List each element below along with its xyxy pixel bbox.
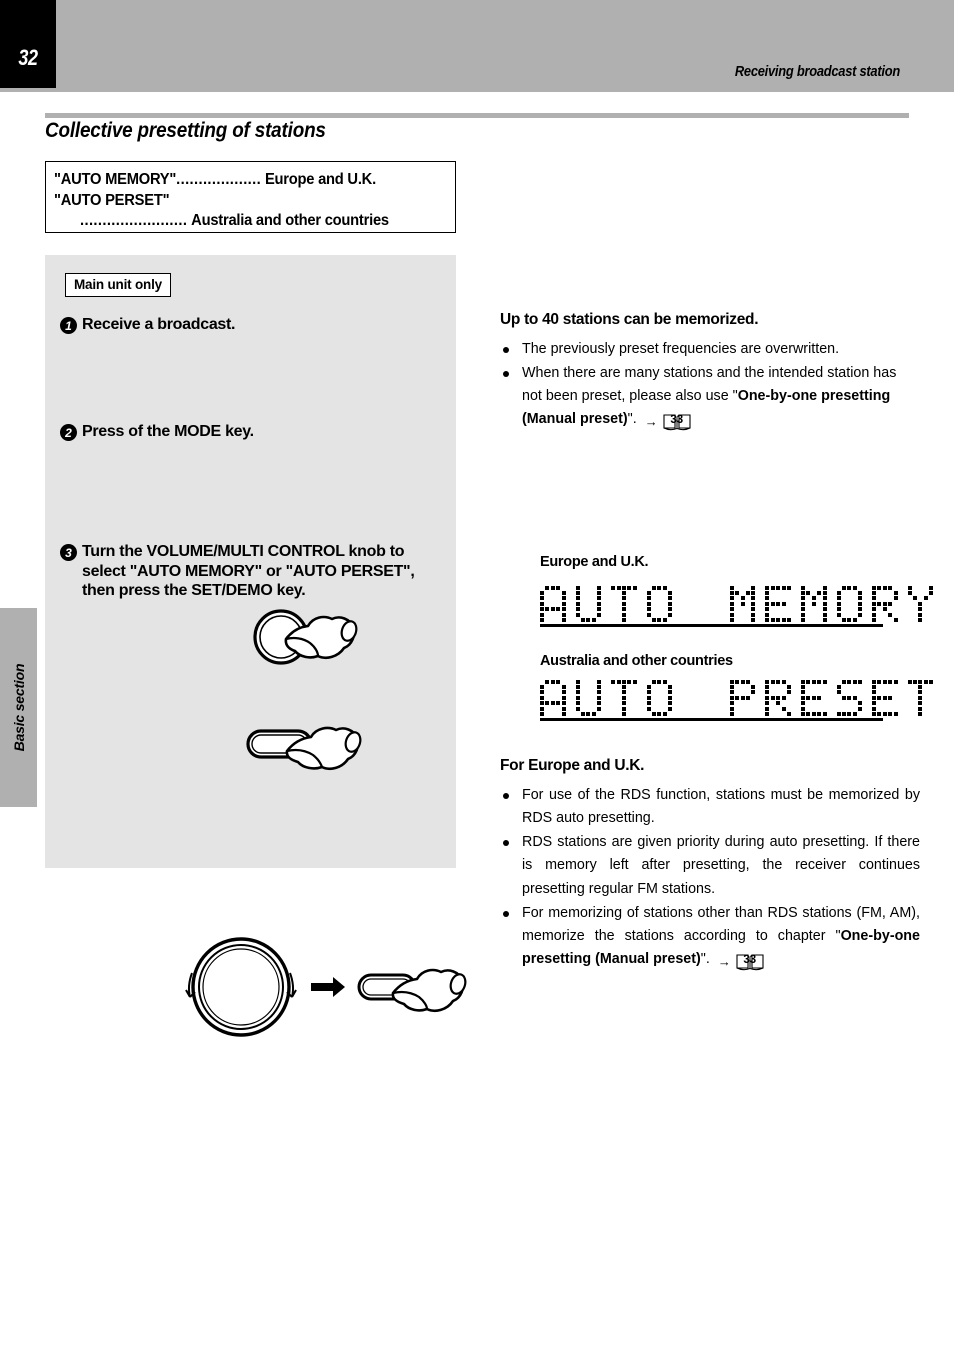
legend-term-auto-memory: "AUTO MEMORY" <box>54 171 177 188</box>
open-book-icon: 33 <box>735 952 765 971</box>
procedure-step-2: 2 Press of the MODE key. <box>60 422 254 442</box>
body-text: ". <box>627 411 637 428</box>
lcd-character <box>611 585 637 622</box>
lcd-character <box>872 679 898 716</box>
body-text: The previously preset frequencies are ov… <box>522 341 840 357</box>
lcd-character <box>765 679 791 716</box>
step-text-1: Receive a broadcast. <box>82 316 236 333</box>
list-item: For use of the RDS function, stations mu… <box>500 784 920 830</box>
header-chapter-title: Receiving broadcast station <box>734 63 900 80</box>
page-header-band: 32 Receiving broadcast station <box>0 0 954 92</box>
lcd-character <box>765 585 791 622</box>
open-book-icon: 33 <box>662 412 692 431</box>
hand-pressing-round-button-illustration <box>250 607 365 672</box>
legend-dots-3: ........................ <box>80 212 188 229</box>
list-item: RDS stations are given priority during a… <box>500 831 920 900</box>
heading-for-europe-uk: For Europe and U.K. <box>500 757 645 774</box>
lcd-character <box>800 679 827 716</box>
label-europe-uk: Europe and U.K. <box>540 554 649 570</box>
lcd-character <box>682 680 708 716</box>
lcd-character <box>729 679 756 716</box>
label-australia-other: Australia and other countries <box>540 653 733 669</box>
lcd-character <box>646 585 673 622</box>
page-reference-number: 33 <box>743 954 757 967</box>
list-item: For memorizing of stations other than RD… <box>500 902 920 971</box>
lcd-character <box>836 679 863 716</box>
page-number: 32 <box>18 45 38 70</box>
body-text: ". <box>700 951 710 968</box>
side-tab-label: Basic section <box>10 663 27 752</box>
lcd-underline-auto-memory <box>540 624 883 627</box>
step-number-1: 1 <box>60 317 77 334</box>
legend-line-auto-memory: "AUTO MEMORY"................... Europe … <box>54 171 376 189</box>
turn-knob-then-press-key-illustration <box>173 927 473 1062</box>
step-text-2: Press of the MODE key. <box>82 423 254 440</box>
region-legend-box: "AUTO MEMORY"................... Europe … <box>45 161 456 233</box>
lcd-character <box>646 679 673 716</box>
procedure-panel: Main unit only 1 Receive a broadcast. 2 … <box>45 255 467 1037</box>
lcd-character <box>729 585 756 622</box>
step-number-3: 3 <box>60 544 77 561</box>
legend-region-europe: Europe and U.K. <box>264 171 376 188</box>
list-item: The previously preset frequencies are ov… <box>500 338 920 361</box>
procedure-step-1: 1 Receive a broadcast. <box>60 315 236 335</box>
lcd-character <box>540 585 566 622</box>
legend-dots-1: ................... <box>176 171 262 188</box>
lcd-character <box>682 586 708 622</box>
step-text-3: Turn the VOLUME/MULTI CONTROL knob to se… <box>82 543 415 600</box>
page-reference[interactable]: → 33 <box>718 952 765 971</box>
legend-term-auto-perset: "AUTO PERSET" <box>54 192 170 209</box>
lcd-character <box>800 585 827 622</box>
page-reference-number: 33 <box>670 414 684 427</box>
step-number-2: 2 <box>60 424 77 441</box>
bullet-list-europe: For use of the RDS function, stations mu… <box>500 784 920 972</box>
body-text: RDS stations are given priority during a… <box>522 834 920 897</box>
side-tab-basic-section: Basic section <box>0 608 37 807</box>
lcd-character <box>540 679 566 716</box>
legend-line-australia: ........................ Australia and o… <box>80 212 389 230</box>
lcd-character <box>836 585 863 622</box>
legend-region-australia: Australia and other countries <box>191 212 389 229</box>
body-text: For use of the RDS function, stations mu… <box>522 787 920 827</box>
page-number-block <box>0 0 56 88</box>
heading-capacity: Up to 40 stations can be memorized. <box>500 311 759 328</box>
right-arrow-icon: → <box>644 414 658 430</box>
lcd-character <box>575 679 602 716</box>
lcd-display-auto-memory <box>540 578 934 627</box>
section-title: Collective presetting of stations <box>45 119 326 142</box>
lcd-character <box>611 679 637 716</box>
lcd-character <box>907 679 934 716</box>
list-item: When there are many stations and the int… <box>500 362 920 431</box>
lcd-character <box>907 585 934 622</box>
right-arrow-icon: → <box>717 954 731 970</box>
page-reference[interactable]: → 33 <box>645 412 692 431</box>
lcd-row-auto-memory <box>540 578 934 622</box>
section-title-rule <box>45 113 909 118</box>
lcd-character <box>872 585 898 622</box>
hand-pressing-mode-key-illustration <box>245 717 367 784</box>
procedure-step-3: 3 Turn the VOLUME/MULTI CONTROL knob to … <box>60 542 445 601</box>
bullet-list-capacity: The previously preset frequencies are ov… <box>500 338 920 433</box>
lcd-underline-auto-preset <box>540 718 883 721</box>
lcd-display-auto-preset <box>540 672 934 721</box>
lcd-character <box>575 585 602 622</box>
main-unit-only-badge: Main unit only <box>65 273 171 297</box>
lcd-row-auto-preset <box>540 672 934 716</box>
